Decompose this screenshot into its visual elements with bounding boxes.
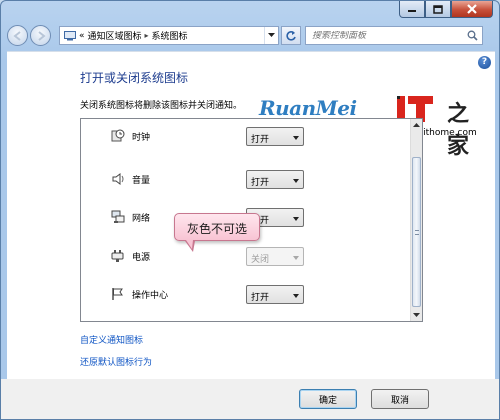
dropdown-value: 打开: [251, 178, 270, 188]
breadcrumb-notification-area[interactable]: 通知区域图标: [88, 29, 142, 42]
ruanmei-logo-text: RuanMei: [259, 96, 357, 120]
flag-icon: [112, 288, 123, 300]
back-button[interactable]: [7, 25, 28, 46]
navigation-bar: « 通知区域图标 ▸ 系统图标: [7, 23, 495, 47]
chevron-down-icon: [293, 136, 299, 140]
close-button[interactable]: [451, 1, 493, 18]
list-item: 时钟 打开: [81, 125, 411, 149]
minimize-button[interactable]: [399, 1, 425, 18]
cancel-button[interactable]: 取消: [371, 389, 429, 409]
minimize-icon: [408, 10, 416, 12]
help-icon[interactable]: ?: [478, 56, 491, 69]
chevron-down-icon: [293, 179, 299, 183]
maximize-icon: [433, 4, 443, 14]
list-item: 音量 打开: [81, 168, 411, 192]
callout-tail-fill: [186, 240, 193, 249]
chevron-down-icon: [293, 256, 299, 260]
window: « 通知区域图标 ▸ 系统图标 ? 打开或关闭系统图标 关闭系统图标将删除该图标…: [0, 0, 500, 420]
refresh-icon: [286, 30, 296, 41]
row-label: 电源: [132, 253, 151, 263]
content-panel: ? 打开或关闭系统图标 关闭系统图标将删除该图标并关闭通知。 RuanMei 软…: [7, 51, 495, 379]
vertical-scrollbar[interactable]: [410, 119, 422, 321]
row-label: 网络: [132, 214, 151, 224]
scrollbar-thumb[interactable]: [412, 157, 421, 307]
search-box[interactable]: [305, 26, 483, 45]
breadcrumb-separator-icon[interactable]: ▸: [145, 31, 149, 40]
search-input[interactable]: [312, 30, 462, 41]
breadcrumb-overflow[interactable]: «: [79, 31, 85, 41]
address-bar[interactable]: « 通知区域图标 ▸ 系统图标: [59, 26, 279, 45]
behavior-dropdown[interactable]: 打开: [246, 285, 304, 304]
annotation-text: 灰色不可选: [187, 222, 248, 236]
speaker-icon: [112, 173, 124, 185]
behavior-dropdown-disabled: 关闭: [246, 247, 304, 266]
dropdown-value: 关闭: [251, 255, 270, 265]
chevron-down-icon: [413, 312, 420, 317]
chevron-down-icon: [293, 294, 299, 298]
search-icon[interactable]: [467, 30, 478, 41]
row-label: 音量: [132, 176, 151, 186]
maximize-button[interactable]: [425, 1, 451, 18]
forward-button[interactable]: [30, 25, 51, 46]
clock-icon: [111, 129, 125, 142]
power-icon: [111, 250, 124, 262]
address-dropdown-button[interactable]: [264, 27, 278, 44]
row-label: 时钟: [132, 133, 151, 143]
back-arrow-icon: [12, 30, 21, 41]
scrollbar-grip-icon: [415, 230, 419, 235]
control-panel-icon: [64, 30, 76, 40]
scroll-down-button[interactable]: [411, 309, 422, 321]
customize-notification-icons-link[interactable]: 自定义通知图标: [80, 333, 143, 346]
annotation-callout: 灰色不可选: [174, 213, 260, 252]
dropdown-value: 打开: [251, 135, 270, 145]
forward-arrow-icon: [37, 30, 46, 41]
dropdown-value: 打开: [251, 293, 270, 303]
close-icon: [467, 4, 477, 14]
ok-button[interactable]: 确定: [299, 389, 357, 409]
chevron-down-icon: [293, 217, 299, 221]
page-description: 关闭系统图标将删除该图标并关闭通知。: [80, 101, 243, 111]
breadcrumb-system-icons[interactable]: 系统图标: [152, 29, 188, 42]
ruanmei-logo: RuanMei 软媒: [259, 96, 359, 143]
list-item: 操作中心 打开: [81, 283, 411, 307]
restore-default-behavior-link[interactable]: 还原默认图标行为: [80, 355, 152, 368]
page-title: 打开或关闭系统图标: [80, 71, 189, 85]
row-label: 操作中心: [132, 291, 169, 301]
chevron-down-icon: [268, 33, 275, 37]
list-item: 电源 关闭: [81, 245, 411, 269]
behavior-dropdown[interactable]: 打开: [246, 170, 304, 189]
network-icon: [111, 210, 125, 223]
caption-buttons: [399, 1, 493, 18]
scroll-up-button[interactable]: [411, 119, 422, 131]
refresh-button[interactable]: [281, 26, 301, 45]
dialog-footer: 确定 取消: [1, 379, 499, 419]
chevron-up-icon: [413, 122, 420, 127]
behavior-dropdown[interactable]: 打开: [246, 127, 304, 146]
